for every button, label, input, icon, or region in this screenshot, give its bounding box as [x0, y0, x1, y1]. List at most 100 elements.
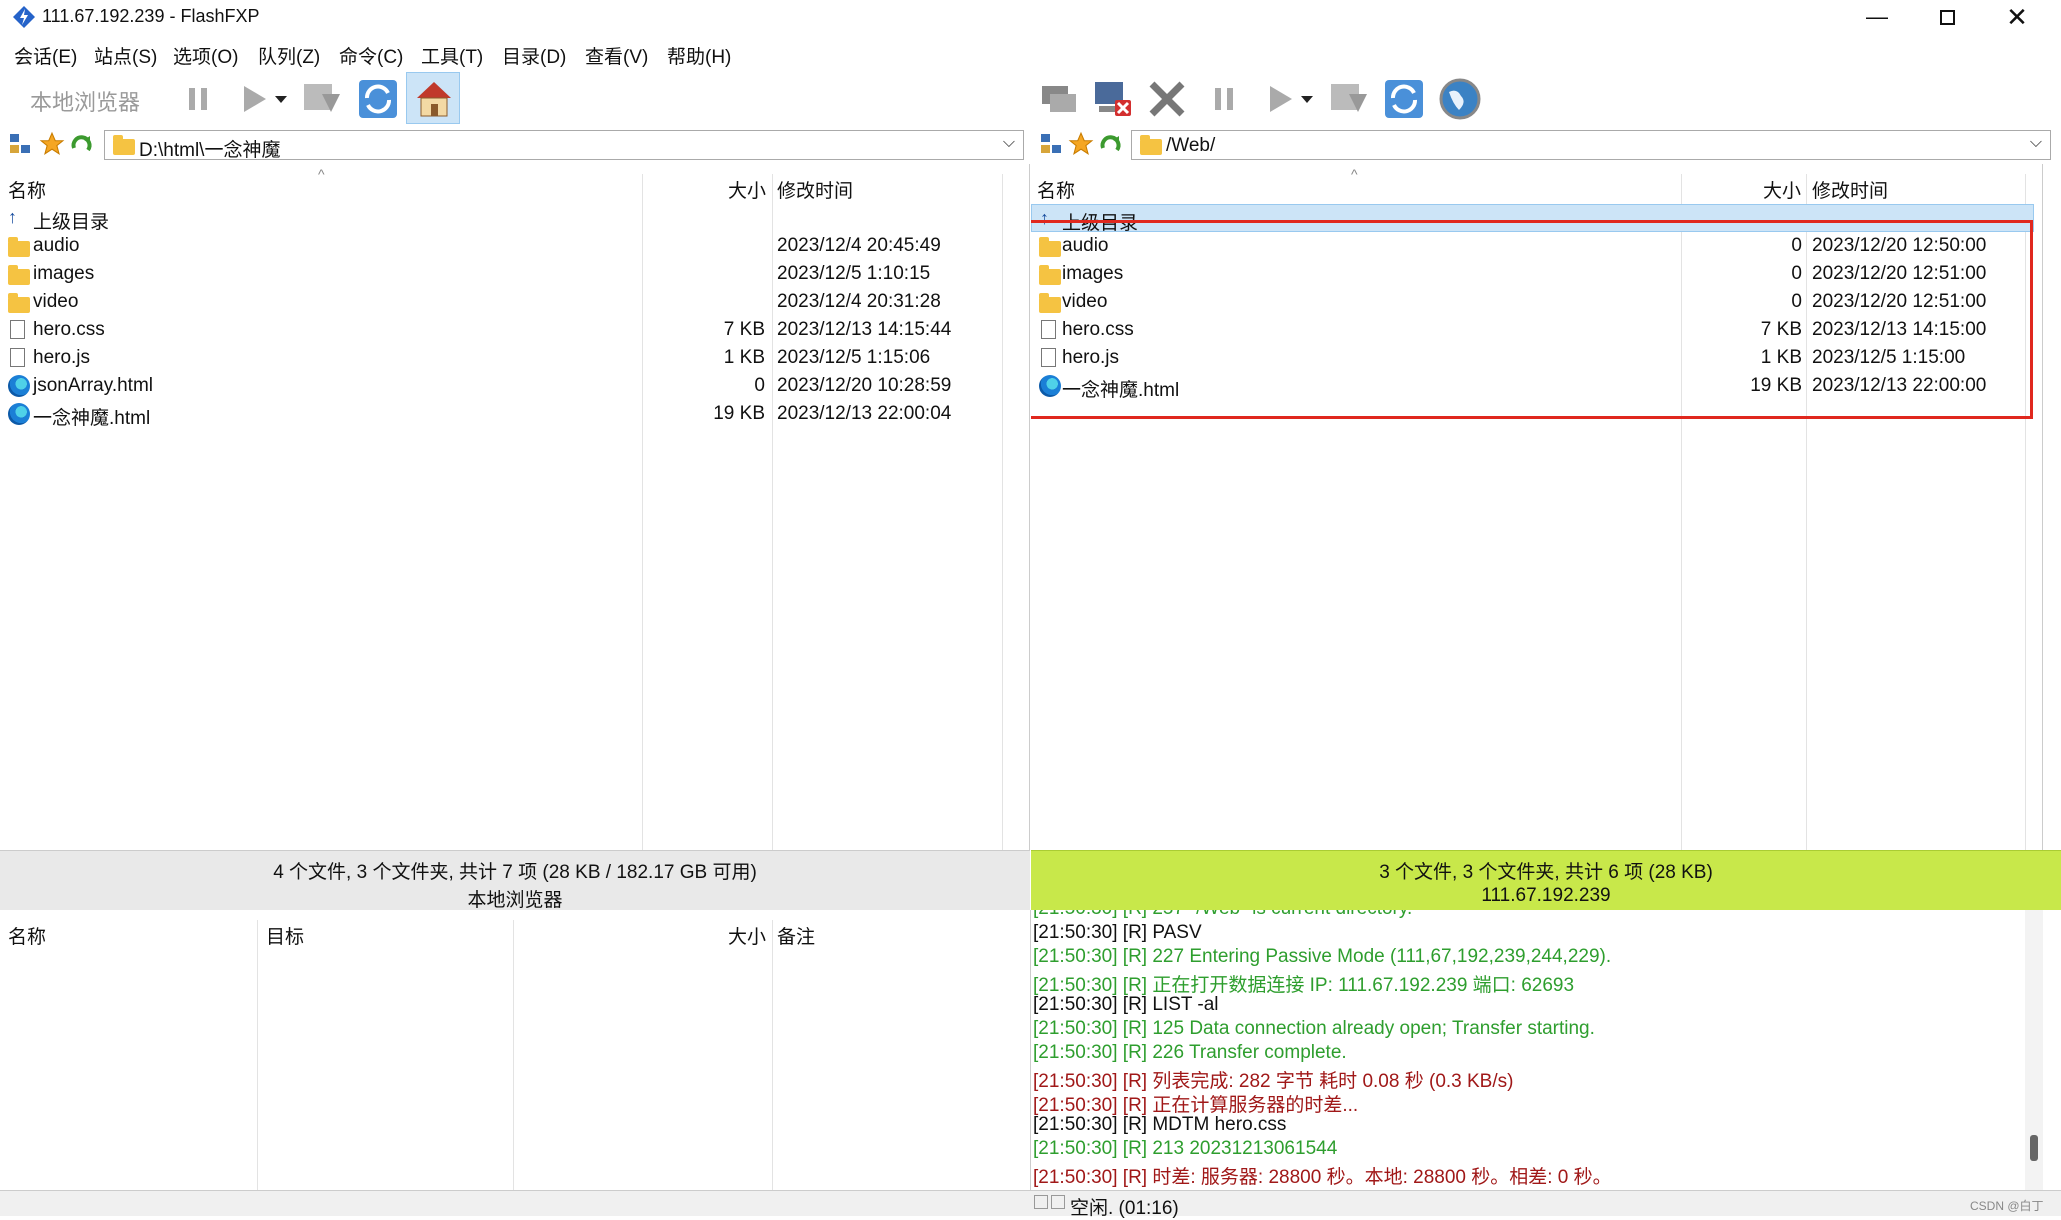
- favorites-star-icon[interactable]: [39, 131, 65, 157]
- file-row[interactable]: images 2023/12/5 1:10:15: [0, 260, 1029, 288]
- file-row[interactable]: audio 2023/12/4 20:45:49: [0, 232, 1029, 260]
- log-scrollbar[interactable]: [2025, 910, 2043, 1190]
- menu-queue[interactable]: 队列(Z): [258, 42, 320, 69]
- upload-icon[interactable]: [1325, 76, 1371, 122]
- file-modified: 2023/12/20 10:28:59: [777, 375, 952, 396]
- connect-icon[interactable]: [1036, 76, 1082, 122]
- remote-status-bar: 3 个文件, 3 个文件夹, 共计 6 项 (28 KB) 111.67.192…: [1031, 850, 2061, 910]
- remote-status-summary: 3 个文件, 3 个文件夹, 共计 6 项 (28 KB): [1379, 862, 1713, 883]
- log-line: [21:50:30] [R] LIST -al: [1033, 994, 1219, 1015]
- scrollbar-thumb[interactable]: [2030, 1135, 2038, 1161]
- file-row[interactable]: hero.css 7 KB 2023/12/13 14:15:44: [0, 316, 1029, 344]
- file-row[interactable]: hero.js 1 KB 2023/12/5 1:15:06: [0, 344, 1029, 372]
- highlight-box: [1031, 220, 2033, 419]
- remote-file-list[interactable]: ^ 名称 大小 修改时间 ↑ 上级目录 audio 0 2023/12/20 12:…: [1031, 164, 2043, 850]
- local-status-label: 本地浏览器: [467, 890, 563, 911]
- chevron-down-icon[interactable]: [270, 76, 292, 122]
- watermark: CSDN @白丁: [1970, 1199, 2044, 1213]
- log-line: [21:50:30] [R] 257 "/Web" is current dir…: [1033, 910, 1412, 920]
- up-arrow-icon: ↑: [8, 207, 17, 227]
- chevron-down-icon[interactable]: ⌵: [2030, 134, 2042, 152]
- minimize-icon[interactable]: —: [1842, 0, 1912, 34]
- right-toolbar: [1031, 70, 2061, 126]
- menu-directory[interactable]: 目录(D): [502, 42, 566, 69]
- menu-session[interactable]: 会话(E): [14, 42, 77, 69]
- right-address-bar: /Web/ ⌵: [1031, 126, 2061, 162]
- refresh-icon[interactable]: [1381, 76, 1427, 122]
- column-size-header[interactable]: 大小: [1763, 176, 1801, 203]
- log-line: [21:50:30] [R] 125 Data connection alrea…: [1033, 1018, 1595, 1039]
- menu-site[interactable]: 站点(S): [94, 42, 157, 69]
- sort-ascending-icon: ^: [318, 166, 325, 182]
- close-icon[interactable]: ✕: [1982, 0, 2052, 34]
- edge-icon: [8, 403, 30, 431]
- queue-column-size[interactable]: 大小: [728, 922, 766, 949]
- log-line: [21:50:30] [R] 列表完成: 282 字节 耗时 0.08 秒 (0…: [1033, 1071, 1514, 1092]
- go-up-arrow-icon[interactable]: [70, 132, 94, 156]
- file-row[interactable]: video 2023/12/4 20:31:28: [0, 288, 1029, 316]
- go-up-arrow-icon[interactable]: [1099, 132, 1123, 156]
- disconnect-icon[interactable]: [1089, 76, 1135, 122]
- site-tree-icon[interactable]: [8, 132, 32, 156]
- chevron-down-icon[interactable]: ⌵: [1003, 134, 1015, 152]
- maximize-icon[interactable]: [1912, 0, 1982, 34]
- site-tree-icon[interactable]: [1039, 132, 1063, 156]
- column-modified-header[interactable]: 修改时间: [1812, 176, 1888, 203]
- local-file-list[interactable]: ^ 名称 大小 修改时间 ↑ 上级目录 audio 2023/12/4 20:45…: [0, 164, 1030, 850]
- column-modified-header[interactable]: 修改时间: [777, 176, 853, 203]
- connection-icon: [1051, 1195, 1065, 1209]
- file-modified: 2023/12/5 1:15:06: [777, 347, 931, 368]
- chevron-down-icon[interactable]: [1296, 76, 1318, 122]
- queue-column-target[interactable]: 目标: [266, 922, 304, 949]
- log-line: [21:50:30] [R] 226 Transfer complete.: [1033, 1042, 1347, 1063]
- local-browser-label[interactable]: 本地浏览器: [30, 85, 140, 117]
- pause-icon[interactable]: [1201, 76, 1247, 122]
- right-path-combo[interactable]: /Web/ ⌵: [1131, 130, 2051, 160]
- file-modified: 2023/12/13 22:00:04: [777, 403, 952, 424]
- download-icon[interactable]: [298, 76, 344, 122]
- left-path-combo[interactable]: D:\html\一念神魔 ⌵: [104, 130, 1024, 161]
- column-divider[interactable]: [513, 920, 514, 1190]
- refresh-icon[interactable]: [355, 76, 401, 122]
- log-line: [21:50:30] [R] 正在计算服务器的时差...: [1033, 1095, 1359, 1116]
- column-divider[interactable]: [257, 920, 258, 1190]
- home-button[interactable]: [406, 72, 460, 124]
- bottom-status-bar: 空闲. (01:16) CSDN @白丁: [0, 1190, 2061, 1219]
- file-name: video: [33, 291, 79, 312]
- log-line: [21:50:30] [R] MDTM hero.css: [1033, 1114, 1287, 1135]
- parent-dir-row[interactable]: ↑ 上级目录: [0, 204, 1029, 233]
- menu-view[interactable]: 查看(V): [585, 42, 648, 69]
- menu-commands[interactable]: 命令(C): [339, 42, 403, 69]
- favorites-star-icon[interactable]: [1068, 131, 1094, 157]
- file-name: hero.js: [33, 347, 91, 368]
- globe-icon[interactable]: [1437, 76, 1483, 122]
- file-row[interactable]: jsonArray.html 0 2023/12/20 10:28:59: [0, 372, 1029, 400]
- file-name: hero.css: [33, 319, 105, 340]
- queue-column-name[interactable]: 名称: [8, 922, 46, 949]
- queue-column-note[interactable]: 备注: [777, 922, 815, 949]
- file-row[interactable]: 一念神魔.html 19 KB 2023/12/13 22:00:04: [0, 400, 1029, 431]
- menu-tools[interactable]: 工具(T): [421, 42, 483, 69]
- flashfxp-app-icon: [13, 6, 35, 28]
- abort-icon[interactable]: [1144, 76, 1190, 122]
- file-icon: [10, 320, 25, 345]
- log-line: [21:50:30] [R] 227 Entering Passive Mode…: [1033, 946, 1612, 967]
- session-log[interactable]: [21:50:30] [R] 257 "/Web" is current dir…: [1031, 910, 2043, 1190]
- column-name-header[interactable]: 名称: [8, 176, 46, 203]
- sort-ascending-icon: ^: [1351, 166, 1358, 182]
- remote-status-label: 111.67.192.239: [1481, 885, 1611, 906]
- menu-help[interactable]: 帮助(H): [667, 42, 731, 69]
- log-line: [21:50:30] [R] PASV: [1033, 922, 1202, 943]
- menu-options[interactable]: 选项(O): [173, 42, 238, 69]
- column-divider[interactable]: [772, 920, 773, 1190]
- file-name: jsonArray.html: [33, 375, 154, 396]
- file-size: 1 KB: [723, 347, 765, 368]
- pause-icon[interactable]: [175, 76, 221, 122]
- file-name: 一念神魔.html: [33, 408, 151, 429]
- column-name-header[interactable]: 名称: [1037, 176, 1075, 203]
- column-size-header[interactable]: 大小: [728, 176, 766, 203]
- file-modified: 2023/12/13 14:15:44: [777, 319, 952, 340]
- home-icon: [417, 82, 451, 117]
- transfer-queue[interactable]: 名称 目标 大小 备注: [0, 910, 1031, 1190]
- local-status-bar: 4 个文件, 3 个文件夹, 共计 7 项 (28 KB / 182.17 GB…: [0, 850, 1030, 911]
